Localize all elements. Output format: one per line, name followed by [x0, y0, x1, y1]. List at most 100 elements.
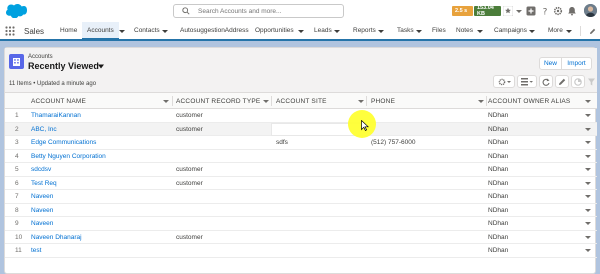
account-name-link[interactable]: ThamaraiKannan	[31, 112, 81, 119]
search-icon	[182, 7, 190, 15]
table-row[interactable]: 4 Betty Nguyen Corporation NDhan	[5, 150, 597, 163]
row-action-menu-icon[interactable]	[585, 167, 591, 172]
nav-item-more[interactable]: More	[548, 27, 563, 34]
table-row[interactable]: 10 Naveen Dhanaraj customer NDhan	[5, 231, 597, 244]
accounts-dropdown-icon[interactable]	[119, 29, 125, 34]
campaigns-dropdown-icon[interactable]	[529, 29, 535, 34]
notifications-bell-icon[interactable]	[567, 6, 577, 16]
column-record-type-menu-icon[interactable]	[263, 99, 269, 104]
tasks-dropdown-icon[interactable]	[416, 29, 422, 34]
list-view-controls-button[interactable]	[493, 75, 515, 88]
star-icon[interactable]	[503, 6, 513, 16]
column-header-owner-alias[interactable]: ACCOUNT OWNER ALIAS	[488, 98, 570, 105]
account-name-link[interactable]: Naveen	[31, 220, 53, 227]
row-action-menu-icon[interactable]	[585, 221, 591, 226]
help-icon[interactable]: ?	[540, 6, 550, 17]
table-row[interactable]: 1 ThamaraiKannan customer NDhan	[5, 109, 597, 123]
nav-item-opportunities[interactable]: Opportunities	[255, 27, 294, 34]
nav-item-files[interactable]: Files	[432, 27, 446, 34]
owner-alias-cell: NDhan	[488, 179, 509, 187]
user-avatar[interactable]	[584, 4, 597, 17]
column-header-record-type[interactable]: ACCOUNT RECORD TYPE	[176, 98, 260, 105]
nav-item-contacts[interactable]: Contacts	[134, 27, 160, 34]
account-name-link[interactable]: Naveen	[31, 193, 53, 200]
nav-item-home[interactable]: Home	[60, 27, 77, 34]
global-header: 2.5 s 153.04 KB ?	[0, 0, 600, 22]
search-input[interactable]	[198, 7, 338, 15]
app-launcher-icon[interactable]	[5, 26, 15, 36]
nav-divider	[580, 26, 581, 36]
column-owner-alias-menu-icon[interactable]	[585, 99, 591, 104]
account-name-link[interactable]: Betty Nguyen Corporation	[31, 153, 106, 160]
filter-button[interactable]	[587, 75, 595, 88]
new-button[interactable]: New	[539, 57, 562, 70]
nav-item-accounts[interactable]: Accounts	[82, 22, 119, 41]
table-row[interactable]: 8 Naveen NDhan	[5, 204, 597, 217]
table-row[interactable]: 7 Naveen NDhan	[5, 190, 597, 204]
row-action-menu-icon[interactable]	[585, 140, 591, 145]
row-action-menu-icon[interactable]	[585, 127, 591, 132]
row-number: 1	[15, 112, 19, 119]
owner-alias-cell: NDhan	[488, 125, 509, 133]
charts-button[interactable]	[571, 75, 585, 88]
column-divider[interactable]	[366, 96, 367, 106]
setup-gear-icon[interactable]	[553, 6, 563, 16]
row-action-menu-icon[interactable]	[585, 181, 591, 186]
account-name-link[interactable]: test	[31, 247, 41, 254]
column-header-account-name[interactable]: ACCOUNT NAME	[31, 98, 86, 105]
row-action-menu-icon[interactable]	[585, 248, 591, 253]
display-as-button[interactable]	[517, 75, 537, 88]
column-account-name-menu-icon[interactable]	[163, 99, 169, 104]
account-name-link[interactable]: Edge Communications	[31, 139, 96, 146]
list-view-meta: 11 Items • Updated a minute ago	[9, 81, 97, 87]
column-phone-menu-icon[interactable]	[478, 99, 484, 104]
column-header-account-site[interactable]: ACCOUNT SITE	[276, 98, 327, 105]
row-action-menu-icon[interactable]	[585, 235, 591, 240]
row-number: 11	[15, 247, 22, 254]
account-name-link[interactable]: Naveen	[31, 207, 53, 214]
contacts-dropdown-icon[interactable]	[162, 29, 168, 34]
table-row[interactable]: 5 sdcdsv customer NDhan	[5, 163, 597, 177]
column-header-phone[interactable]: PHONE	[371, 98, 395, 105]
nav-item-campaigns[interactable]: Campaigns	[494, 27, 527, 34]
nav-item-tasks[interactable]: Tasks	[397, 27, 414, 34]
row-action-menu-icon[interactable]	[585, 194, 591, 199]
table-row[interactable]: 11 test NDhan	[5, 244, 597, 258]
nav-item-reports[interactable]: Reports	[353, 27, 376, 34]
account-name-link[interactable]: ABC, Inc	[31, 126, 57, 133]
row-action-menu-icon[interactable]	[585, 154, 591, 159]
edit-nav-pencil-icon[interactable]	[589, 28, 596, 35]
salesforce-logo-icon[interactable]	[5, 3, 27, 18]
inline-edit-button[interactable]	[555, 75, 569, 88]
notes-dropdown-icon[interactable]	[477, 29, 483, 34]
list-view-title[interactable]: Recently Viewed	[28, 61, 99, 71]
import-button[interactable]: Import	[562, 57, 592, 70]
account-record-type-cell: customer	[176, 179, 203, 187]
global-add-icon[interactable]	[526, 6, 536, 16]
opportunities-dropdown-icon[interactable]	[298, 29, 304, 34]
table-row[interactable]: 9 Naveen NDhan	[5, 217, 597, 231]
more-dropdown-icon[interactable]	[566, 29, 572, 34]
column-divider[interactable]	[486, 96, 487, 106]
account-name-link[interactable]: Naveen Dhanaraj	[31, 234, 82, 241]
row-action-menu-icon[interactable]	[585, 208, 591, 213]
nav-item-autosuggestionaddress[interactable]: AutosuggestionAddress	[180, 27, 249, 34]
list-view-card: Accounts Recently Viewed 11 Items • Upda…	[4, 47, 597, 274]
table-row[interactable]: 3 Edge Communications sdfs (512) 757-6000 ND…	[5, 136, 597, 150]
leads-dropdown-icon[interactable]	[334, 29, 340, 34]
nav-item-notes[interactable]: Notes	[456, 27, 473, 34]
list-view-selector-icon[interactable]	[98, 64, 104, 69]
column-divider[interactable]	[271, 96, 272, 106]
column-account-site-menu-icon[interactable]	[358, 99, 364, 104]
global-search[interactable]	[173, 4, 344, 18]
reports-dropdown-icon[interactable]	[378, 29, 384, 34]
column-divider[interactable]	[172, 96, 173, 106]
nav-item-leads[interactable]: Leads	[314, 27, 332, 34]
account-name-link[interactable]: Test Req	[31, 180, 57, 187]
table-row[interactable]: 6 Test Req customer NDhan	[5, 177, 597, 190]
account-name-link[interactable]: sdcdsv	[31, 166, 51, 173]
refresh-button[interactable]	[539, 75, 553, 88]
table-row[interactable]: 2 ABC, Inc customer NDhan	[5, 122, 597, 136]
favorites-dropdown-icon[interactable]	[514, 6, 524, 16]
row-action-menu-icon[interactable]	[585, 113, 591, 118]
